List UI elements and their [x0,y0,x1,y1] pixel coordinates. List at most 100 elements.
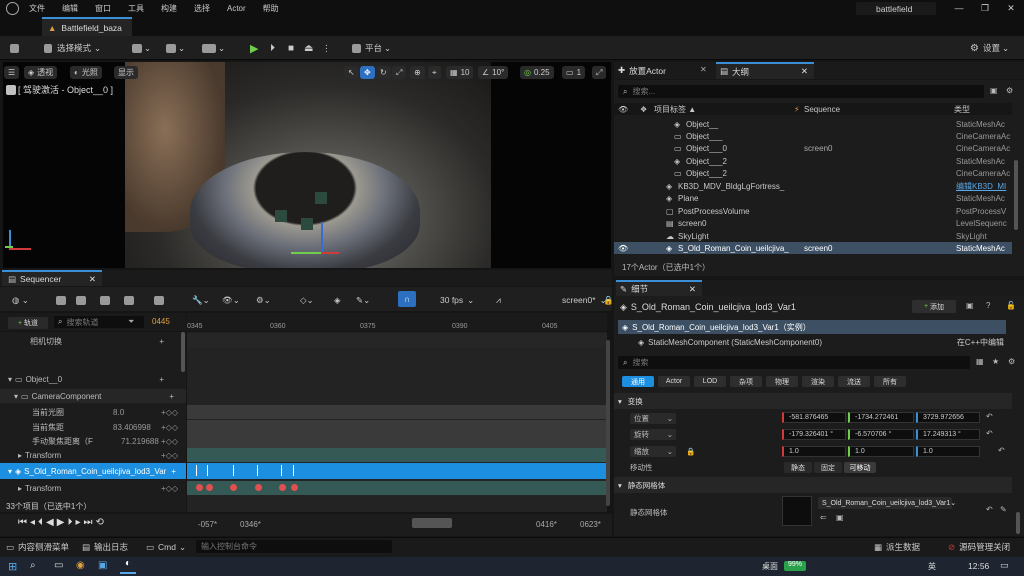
focus-value[interactable]: 71.219688 [121,437,159,446]
add-icon[interactable]: + [159,375,164,384]
add-icon[interactable]: + [159,337,164,346]
filter-rendering[interactable]: 渲染 [802,376,834,387]
gear-icon[interactable]: ⚙⌄ [256,292,271,308]
details-tab[interactable]: ✎ 细节 ✕ [616,280,702,296]
range-end[interactable]: 0623* [580,520,601,529]
mesh-section-header[interactable]: ▾ 静态网格体 [614,477,1012,493]
key-nav-icon[interactable]: +◇◇ [161,484,178,493]
outliner-row[interactable]: ◈ Plane StaticMeshAc [614,192,1012,204]
focal-value[interactable]: 83.406998 [113,423,159,432]
camera-cut-icon[interactable] [124,292,134,308]
menu-window[interactable]: 窗口 [95,3,111,14]
location-x-input[interactable]: -581.876465 [782,412,846,423]
outliner-row[interactable]: ▤ screen0 LevelSequenc [614,217,1012,229]
mobility-static[interactable]: 静态 [784,462,812,473]
add-icon[interactable]: + [171,467,176,476]
scale-dropdown[interactable]: 缩放 ⌄ [630,445,676,457]
unreal-taskbar-icon[interactable]: ◐ [120,558,136,574]
next-frame-icon[interactable]: ⏵ [67,517,75,528]
rotate-tool-icon[interactable]: ↻ [376,66,391,79]
filter-actor[interactable]: Actor [658,376,690,387]
camera-pilot-icon[interactable] [6,84,16,95]
component-row[interactable]: ◈ StaticMeshComponent (StaticMeshComponen… [618,336,1006,349]
play-options-icon[interactable]: ⋮ [322,40,331,56]
cinematic-icon[interactable] [154,292,164,308]
filter-physics[interactable]: 物理 [766,376,798,387]
tree-scrollbar[interactable] [181,332,185,372]
add-icon[interactable]: + [169,392,174,401]
mesh-picker[interactable]: S_Old_Roman_Coin_ueilcjiva_lod3_Var1 ⌄ [818,497,956,509]
add-content-icon[interactable]: ⌄ [132,40,151,56]
row-type-link[interactable]: 编辑KB3D_MI [956,181,1006,192]
notification-icon[interactable]: ▭ [1000,560,1009,571]
menu-select[interactable]: 选择 [194,3,210,14]
move-tool-icon[interactable]: ✥ [360,66,375,79]
rotation-x-input[interactable]: -179.326401 ° [782,429,846,440]
details-search-input[interactable]: ⌕ 搜索 [618,356,970,369]
filter-general[interactable]: 通用 [622,376,654,387]
track-row-object0[interactable]: ▾ ▭ Object__0 + [0,372,186,386]
find-asset-icon[interactable] [76,292,86,308]
camera-speed-button[interactable]: ▭ 1 [562,66,586,79]
settings-button[interactable]: ⚙ 设置 ⌄ [970,40,1009,56]
ime-indicator[interactable]: 英 [928,561,936,572]
grid-view-icon[interactable]: ▦ [976,357,984,366]
outliner-row[interactable]: ▢ PostProcessVolume PostProcessV [614,205,1012,217]
location-dropdown[interactable]: 位置 ⌄ [630,412,676,424]
range-in[interactable]: 0346* [240,520,261,529]
gizmo-axis-y[interactable] [291,252,321,254]
keyframe-marker[interactable] [257,465,258,476]
eye-icon[interactable]: 👁⌄ [222,292,240,308]
track-lane[interactable] [187,334,607,348]
desktop-label[interactable]: 桌面 [762,561,778,572]
outliner-row-selected[interactable]: 👁 ◈ S_Old_Roman_Coin_ueilcjiva_ screen0 Stat… [614,242,1012,254]
outliner-row[interactable]: ▭ Object___0 screen0 CineCameraAc [614,142,1012,154]
key-dot[interactable] [230,484,237,491]
source-control-button[interactable]: ⊘ 源码管理关闭 [948,541,1010,553]
folder-add-icon[interactable]: ▣ [990,86,998,95]
lock-icon[interactable]: 🔓 [1006,301,1016,310]
key-diamond-icon[interactable]: ◇⌄ [300,292,314,308]
track-lane-selected[interactable] [187,463,607,479]
rotation-z-input[interactable]: 17.249313 ° [916,429,980,440]
outliner-scrollbar[interactable] [1014,160,1018,230]
menu-help[interactable]: 帮助 [263,3,279,14]
mesh-thumbnail[interactable] [782,496,812,526]
gear-icon[interactable]: ⚙ [1008,357,1015,366]
scale-snap-button[interactable]: ◎ 0.25 [520,66,554,79]
world-space-icon[interactable]: ⊕ [410,66,425,79]
track-row-aperture[interactable]: 当前光圈 8.0 +◇◇ [0,405,186,419]
eject-icon[interactable]: ⏏ [304,40,313,56]
surface-snap-icon[interactable]: ⌖ [428,66,441,79]
key-dot[interactable] [279,484,286,491]
lit-button[interactable]: ◐ 光照 [70,66,102,79]
blueprint-icon[interactable]: ⌄ [166,40,185,56]
restore-icon[interactable]: ❐ [972,0,998,17]
select-mode-button[interactable]: 选择模式 ⌄ [44,40,101,56]
transport-controls[interactable]: ⏮ ◂ ⏴ ◀ ▶ ⏵ ▸ ⏭ ⟲ [18,517,107,528]
scale-tool-icon[interactable]: ⤢ [392,66,407,79]
key-dot[interactable] [196,484,203,491]
key-nav-icon[interactable]: +◇◇ [161,408,178,417]
reset-icon[interactable]: ↶ [998,446,1005,455]
details-scrollbar[interactable] [1016,512,1020,534]
track-lane[interactable] [187,405,607,419]
eye-icon[interactable]: 👁 [618,105,630,114]
track-lane[interactable] [187,448,607,462]
actor-name-text[interactable]: S_Old_Roman_Coin_ueilcjiva_lod3_Var1 [631,302,796,312]
track-lane[interactable] [187,481,607,495]
search-icon[interactable]: ⌕ [30,560,36,571]
sequencer-tab[interactable]: ▤ Sequencer ✕ [2,270,102,286]
cmd-dropdown[interactable]: ▭ Cmd ⌄ [146,541,186,553]
curve-editor-icon[interactable]: ⩘ [496,292,501,308]
doc-tab-battlefield[interactable]: ▲ Battlefield_baza [42,17,132,36]
star-icon[interactable]: ★ [992,357,999,366]
eye-icon[interactable]: 👁 [618,244,630,253]
key-dot[interactable] [291,484,298,491]
track-row-camera-cut[interactable]: 相机切换 + [0,334,186,348]
column-label[interactable]: 项目标签 ▲ [654,104,794,115]
loop-icon[interactable]: ⟲ [95,517,106,528]
reset-icon[interactable]: ↶ [986,412,993,421]
transform-section-header[interactable]: ▾ 变换 [614,393,1012,409]
place-actor-tab[interactable]: ✚ 放置Actor [618,64,666,77]
